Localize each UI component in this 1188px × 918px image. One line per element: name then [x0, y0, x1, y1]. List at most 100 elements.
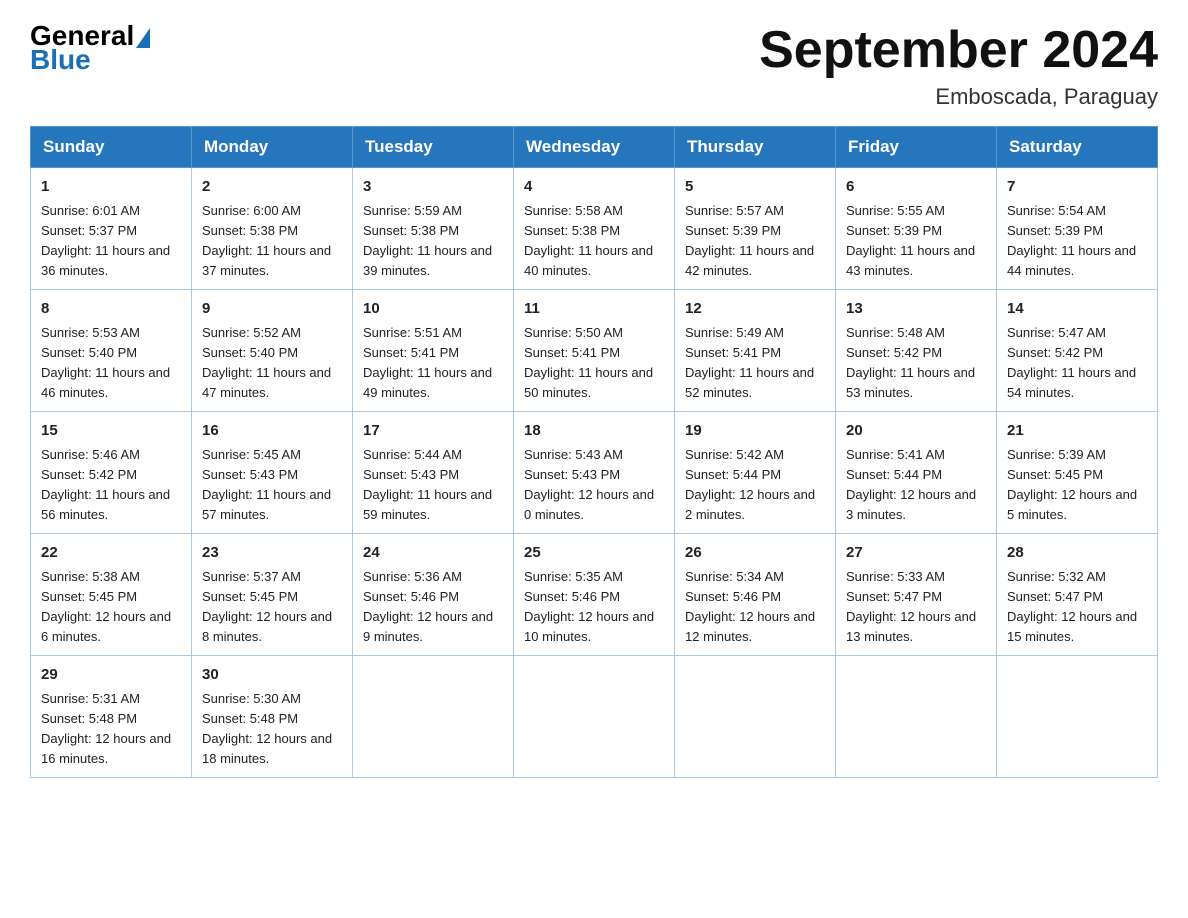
table-row: 23Sunrise: 5:37 AMSunset: 5:45 PMDayligh…: [192, 534, 353, 656]
day-number: 5: [685, 176, 825, 199]
day-number: 12: [685, 298, 825, 321]
col-thursday: Thursday: [675, 127, 836, 168]
table-row: 9Sunrise: 5:52 AMSunset: 5:40 PMDaylight…: [192, 290, 353, 412]
day-number: 27: [846, 542, 986, 565]
day-info: Sunrise: 5:35 AMSunset: 5:46 PMDaylight:…: [524, 567, 664, 648]
day-info: Sunrise: 5:44 AMSunset: 5:43 PMDaylight:…: [363, 445, 503, 526]
day-number: 13: [846, 298, 986, 321]
title-block: September 2024 Emboscada, Paraguay: [759, 20, 1158, 110]
col-wednesday: Wednesday: [514, 127, 675, 168]
logo-blue-text: Blue: [30, 44, 91, 76]
day-info: Sunrise: 6:01 AMSunset: 5:37 PMDaylight:…: [41, 201, 181, 282]
table-row: 24Sunrise: 5:36 AMSunset: 5:46 PMDayligh…: [353, 534, 514, 656]
table-row: 20Sunrise: 5:41 AMSunset: 5:44 PMDayligh…: [836, 412, 997, 534]
day-number: 4: [524, 176, 664, 199]
calendar-week-row: 1Sunrise: 6:01 AMSunset: 5:37 PMDaylight…: [31, 168, 1158, 290]
day-number: 29: [41, 664, 181, 687]
location-subtitle: Emboscada, Paraguay: [759, 84, 1158, 110]
day-number: 20: [846, 420, 986, 443]
col-friday: Friday: [836, 127, 997, 168]
calendar-table: Sunday Monday Tuesday Wednesday Thursday…: [30, 126, 1158, 778]
col-saturday: Saturday: [997, 127, 1158, 168]
table-row: 16Sunrise: 5:45 AMSunset: 5:43 PMDayligh…: [192, 412, 353, 534]
day-info: Sunrise: 5:34 AMSunset: 5:46 PMDaylight:…: [685, 567, 825, 648]
day-number: 9: [202, 298, 342, 321]
day-number: 6: [846, 176, 986, 199]
day-info: Sunrise: 5:41 AMSunset: 5:44 PMDaylight:…: [846, 445, 986, 526]
day-info: Sunrise: 5:58 AMSunset: 5:38 PMDaylight:…: [524, 201, 664, 282]
calendar-week-row: 29Sunrise: 5:31 AMSunset: 5:48 PMDayligh…: [31, 656, 1158, 778]
day-info: Sunrise: 5:30 AMSunset: 5:48 PMDaylight:…: [202, 689, 342, 770]
day-info: Sunrise: 5:55 AMSunset: 5:39 PMDaylight:…: [846, 201, 986, 282]
table-row: [675, 656, 836, 778]
table-row: 27Sunrise: 5:33 AMSunset: 5:47 PMDayligh…: [836, 534, 997, 656]
table-row: 4Sunrise: 5:58 AMSunset: 5:38 PMDaylight…: [514, 168, 675, 290]
logo: General Blue: [30, 20, 150, 76]
day-number: 24: [363, 542, 503, 565]
day-info: Sunrise: 5:51 AMSunset: 5:41 PMDaylight:…: [363, 323, 503, 404]
table-row: 26Sunrise: 5:34 AMSunset: 5:46 PMDayligh…: [675, 534, 836, 656]
day-number: 19: [685, 420, 825, 443]
day-info: Sunrise: 5:38 AMSunset: 5:45 PMDaylight:…: [41, 567, 181, 648]
day-info: Sunrise: 5:47 AMSunset: 5:42 PMDaylight:…: [1007, 323, 1147, 404]
calendar-header-row: Sunday Monday Tuesday Wednesday Thursday…: [31, 127, 1158, 168]
day-info: Sunrise: 5:42 AMSunset: 5:44 PMDaylight:…: [685, 445, 825, 526]
day-info: Sunrise: 5:46 AMSunset: 5:42 PMDaylight:…: [41, 445, 181, 526]
calendar-week-row: 15Sunrise: 5:46 AMSunset: 5:42 PMDayligh…: [31, 412, 1158, 534]
page-header: General Blue September 2024 Emboscada, P…: [30, 20, 1158, 110]
table-row: [836, 656, 997, 778]
col-sunday: Sunday: [31, 127, 192, 168]
day-info: Sunrise: 5:32 AMSunset: 5:47 PMDaylight:…: [1007, 567, 1147, 648]
table-row: 11Sunrise: 5:50 AMSunset: 5:41 PMDayligh…: [514, 290, 675, 412]
day-number: 21: [1007, 420, 1147, 443]
col-tuesday: Tuesday: [353, 127, 514, 168]
table-row: 13Sunrise: 5:48 AMSunset: 5:42 PMDayligh…: [836, 290, 997, 412]
table-row: 22Sunrise: 5:38 AMSunset: 5:45 PMDayligh…: [31, 534, 192, 656]
day-number: 23: [202, 542, 342, 565]
month-title: September 2024: [759, 20, 1158, 80]
day-info: Sunrise: 5:52 AMSunset: 5:40 PMDaylight:…: [202, 323, 342, 404]
day-number: 18: [524, 420, 664, 443]
day-info: Sunrise: 5:39 AMSunset: 5:45 PMDaylight:…: [1007, 445, 1147, 526]
day-info: Sunrise: 5:53 AMSunset: 5:40 PMDaylight:…: [41, 323, 181, 404]
table-row: 6Sunrise: 5:55 AMSunset: 5:39 PMDaylight…: [836, 168, 997, 290]
table-row: 10Sunrise: 5:51 AMSunset: 5:41 PMDayligh…: [353, 290, 514, 412]
day-number: 16: [202, 420, 342, 443]
col-monday: Monday: [192, 127, 353, 168]
table-row: 17Sunrise: 5:44 AMSunset: 5:43 PMDayligh…: [353, 412, 514, 534]
day-info: Sunrise: 5:36 AMSunset: 5:46 PMDaylight:…: [363, 567, 503, 648]
table-row: 3Sunrise: 5:59 AMSunset: 5:38 PMDaylight…: [353, 168, 514, 290]
day-number: 25: [524, 542, 664, 565]
day-info: Sunrise: 5:54 AMSunset: 5:39 PMDaylight:…: [1007, 201, 1147, 282]
logo-triangle-icon: [136, 28, 150, 48]
day-number: 22: [41, 542, 181, 565]
table-row: 15Sunrise: 5:46 AMSunset: 5:42 PMDayligh…: [31, 412, 192, 534]
day-info: Sunrise: 5:49 AMSunset: 5:41 PMDaylight:…: [685, 323, 825, 404]
day-number: 7: [1007, 176, 1147, 199]
table-row: 8Sunrise: 5:53 AMSunset: 5:40 PMDaylight…: [31, 290, 192, 412]
day-info: Sunrise: 5:48 AMSunset: 5:42 PMDaylight:…: [846, 323, 986, 404]
day-info: Sunrise: 5:57 AMSunset: 5:39 PMDaylight:…: [685, 201, 825, 282]
table-row: 30Sunrise: 5:30 AMSunset: 5:48 PMDayligh…: [192, 656, 353, 778]
day-info: Sunrise: 6:00 AMSunset: 5:38 PMDaylight:…: [202, 201, 342, 282]
table-row: [997, 656, 1158, 778]
table-row: 1Sunrise: 6:01 AMSunset: 5:37 PMDaylight…: [31, 168, 192, 290]
table-row: [353, 656, 514, 778]
day-number: 26: [685, 542, 825, 565]
day-info: Sunrise: 5:43 AMSunset: 5:43 PMDaylight:…: [524, 445, 664, 526]
table-row: 19Sunrise: 5:42 AMSunset: 5:44 PMDayligh…: [675, 412, 836, 534]
day-number: 2: [202, 176, 342, 199]
day-info: Sunrise: 5:37 AMSunset: 5:45 PMDaylight:…: [202, 567, 342, 648]
table-row: 7Sunrise: 5:54 AMSunset: 5:39 PMDaylight…: [997, 168, 1158, 290]
day-number: 17: [363, 420, 503, 443]
day-info: Sunrise: 5:59 AMSunset: 5:38 PMDaylight:…: [363, 201, 503, 282]
day-number: 28: [1007, 542, 1147, 565]
day-info: Sunrise: 5:33 AMSunset: 5:47 PMDaylight:…: [846, 567, 986, 648]
day-info: Sunrise: 5:45 AMSunset: 5:43 PMDaylight:…: [202, 445, 342, 526]
table-row: 2Sunrise: 6:00 AMSunset: 5:38 PMDaylight…: [192, 168, 353, 290]
day-info: Sunrise: 5:31 AMSunset: 5:48 PMDaylight:…: [41, 689, 181, 770]
day-number: 30: [202, 664, 342, 687]
calendar-week-row: 22Sunrise: 5:38 AMSunset: 5:45 PMDayligh…: [31, 534, 1158, 656]
day-number: 1: [41, 176, 181, 199]
day-number: 14: [1007, 298, 1147, 321]
